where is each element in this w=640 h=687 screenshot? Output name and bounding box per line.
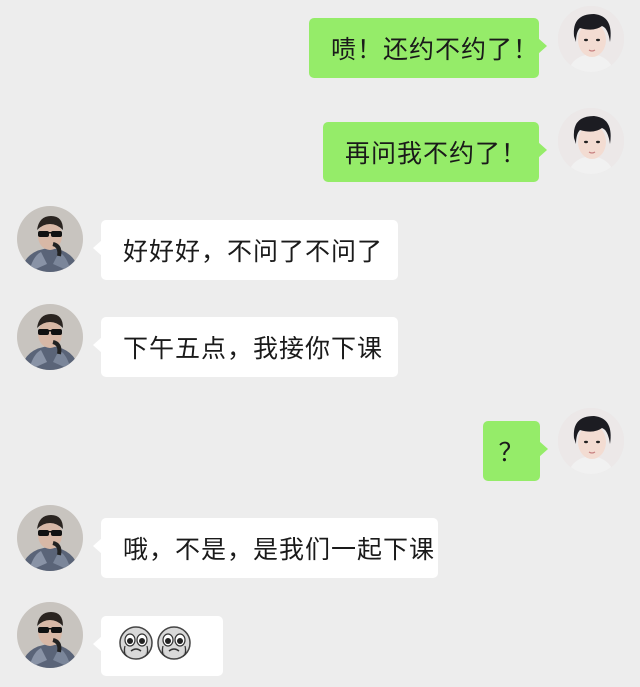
chat-area: 啧！还约不约了！ 再问我不约了！ 好好好，不问了不问了 下午五点，我接你下课 ？… — [0, 0, 640, 687]
crying-emoji-icon — [119, 626, 153, 666]
message-text: 哦，不是，是我们一起下课 — [123, 535, 436, 564]
avatar-image — [17, 602, 83, 668]
contact-avatar-boy[interactable] — [558, 408, 624, 474]
contact-avatar-man[interactable] — [17, 206, 83, 272]
message-text: 好好好，不问了不问了 — [123, 237, 384, 266]
avatar-image — [558, 408, 624, 474]
contact-avatar-boy[interactable] — [558, 6, 624, 72]
contact-avatar-man[interactable] — [17, 505, 83, 571]
contact-avatar-man[interactable] — [17, 304, 83, 370]
avatar-image — [17, 304, 83, 370]
message-bubble-received[interactable] — [93, 616, 223, 676]
avatar-image — [17, 505, 83, 571]
message-text: 下午五点，我接你下课 — [123, 334, 384, 363]
message-text: 再问我不约了！ — [345, 139, 528, 168]
message-bubble-sent[interactable]: 再问我不约了！ — [323, 122, 547, 182]
contact-avatar-man[interactable] — [17, 602, 83, 668]
message-bubble-sent[interactable]: 啧！还约不约了！ — [309, 18, 547, 78]
avatar-image — [17, 206, 83, 272]
message-text: ？ — [498, 438, 525, 467]
message-bubble-received[interactable]: 哦，不是，是我们一起下课 — [93, 518, 438, 578]
crying-emoji-icon — [157, 626, 191, 666]
avatar-image — [558, 108, 624, 174]
message-text: 啧！还约不约了！ — [331, 35, 540, 64]
message-bubble-received[interactable]: 好好好，不问了不问了 — [93, 220, 398, 280]
message-bubble-sent[interactable]: ？ — [483, 421, 548, 481]
message-bubble-received[interactable]: 下午五点，我接你下课 — [93, 317, 398, 377]
avatar-image — [558, 6, 624, 72]
contact-avatar-boy[interactable] — [558, 108, 624, 174]
